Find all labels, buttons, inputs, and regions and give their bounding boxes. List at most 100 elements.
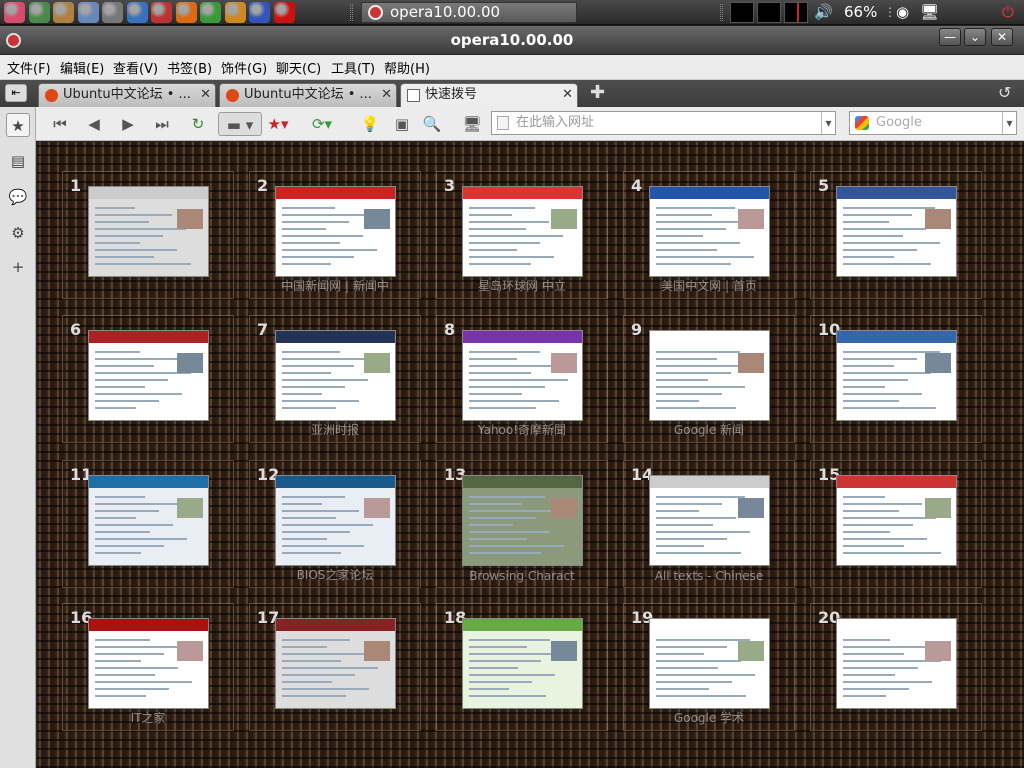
- thumbnail-text-line: [843, 688, 909, 690]
- thumbnail-text-line: [656, 639, 750, 641]
- thumbnail-text-line: [656, 653, 704, 655]
- speed-dial-item[interactable]: 18: [436, 603, 608, 731]
- speed-dial-item[interactable]: 9 Google 新闻: [623, 315, 795, 443]
- speed-dial-item[interactable]: 4 美国中文网 | 首页: [623, 171, 795, 299]
- update-icon[interactable]: [175, 2, 197, 23]
- menu-chat[interactable]: 聊天(C): [276, 58, 321, 77]
- memory-monitor-graph[interactable]: [757, 2, 781, 23]
- thumbnail-image: [364, 209, 390, 229]
- page-thumbnail: [462, 330, 583, 421]
- battery-percent[interactable]: 66%: [844, 0, 877, 25]
- speed-dial-item[interactable]: 12 BIOS之家论坛: [249, 460, 421, 588]
- speed-dial-item[interactable]: 8 Yahoo!奇摩新聞: [436, 315, 608, 443]
- menu-tools[interactable]: 工具(T): [331, 58, 375, 77]
- search-tool-icon[interactable]: 🔍: [420, 112, 444, 136]
- taskbar-opera-button[interactable]: opera10.00.00: [361, 2, 577, 23]
- network-monitor-graph[interactable]: [784, 2, 808, 23]
- speed-dial-item[interactable]: 14 All texts - Chinese: [623, 460, 795, 588]
- toolbox-icon[interactable]: [224, 2, 246, 23]
- bookmarks-panel-icon[interactable]: ★: [6, 113, 30, 137]
- menu-edit[interactable]: 编辑(E): [60, 58, 104, 77]
- pictures-icon[interactable]: [77, 2, 99, 23]
- speed-dial-item[interactable]: 3 星岛环球网 中立: [436, 171, 608, 299]
- opera-icon[interactable]: [273, 2, 295, 23]
- notes-panel-icon[interactable]: ▤: [6, 149, 30, 173]
- menu-widgets[interactable]: 饰件(G): [221, 58, 267, 77]
- thumbnail-text-line: [469, 256, 554, 258]
- tab-ubuntu-forum-1[interactable]: Ubuntu中文论坛 • ... ✕: [38, 83, 216, 107]
- thumbnail-text-line: [95, 249, 177, 251]
- chevron-down-icon[interactable]: ▾: [821, 112, 835, 134]
- network-icon[interactable]: [249, 2, 270, 23]
- closed-tabs-icon[interactable]: ↺: [998, 83, 1011, 102]
- fast-forward-icon[interactable]: ⏭: [150, 112, 174, 136]
- power-icon[interactable]: ⏻: [1002, 0, 1014, 25]
- speed-dial-item[interactable]: 11: [62, 460, 234, 588]
- thumbnail-text-line: [469, 351, 540, 353]
- speed-dial-item[interactable]: 20: [810, 603, 982, 731]
- thumbnail-text-line: [282, 695, 346, 697]
- address-field[interactable]: 在此输入网址 ▾: [491, 111, 836, 135]
- home-icon[interactable]: ▬ ▾: [218, 112, 262, 136]
- thumbnail-text-line: [282, 235, 363, 237]
- rewind-icon[interactable]: ⏮: [48, 112, 72, 136]
- search-field[interactable]: Google ▾: [849, 111, 1017, 135]
- thumbnail-text-line: [469, 688, 509, 690]
- speed-dial-item[interactable]: 17: [249, 603, 421, 731]
- volume-icon[interactable]: 🔊: [814, 0, 833, 25]
- back-icon[interactable]: ◀: [82, 112, 106, 136]
- gimp-icon[interactable]: [53, 2, 74, 23]
- wand-icon[interactable]: 💡: [358, 112, 382, 136]
- network-tray-icon[interactable]: 🖥: [920, 0, 939, 25]
- page-thumbnail: [88, 186, 209, 277]
- minimize-button[interactable]: —: [939, 28, 961, 46]
- cpu-monitor-graph[interactable]: [730, 2, 754, 23]
- menu-view[interactable]: 查看(V): [113, 58, 158, 77]
- new-tab-icon[interactable]: ✚: [590, 82, 605, 103]
- tray-app-icon[interactable]: ◉: [896, 0, 909, 25]
- sync-icon[interactable]: ⟳▾: [310, 112, 334, 136]
- thumbnail-text-line: [843, 653, 904, 655]
- star-menu-icon[interactable]: [4, 2, 25, 23]
- thumbnail-image: [738, 353, 764, 373]
- speed-dial-item[interactable]: 5: [810, 171, 982, 299]
- fullscreen-icon[interactable]: 🖥: [460, 112, 484, 136]
- chevron-down-icon[interactable]: ▾: [1002, 112, 1016, 134]
- bookmark-add-icon[interactable]: ★▾: [266, 112, 290, 136]
- zoom-page-icon[interactable]: ▣: [390, 112, 414, 136]
- forward-icon[interactable]: ▶: [116, 112, 140, 136]
- speed-dial-item[interactable]: 15: [810, 460, 982, 588]
- speed-dial-item[interactable]: 16 IT之家: [62, 603, 234, 731]
- thumbnail-text-line: [656, 646, 727, 648]
- magnifier-icon[interactable]: [151, 2, 172, 23]
- tab-ubuntu-forum-2[interactable]: Ubuntu中文论坛 • ... ✕: [219, 83, 397, 107]
- drive-icon[interactable]: [102, 2, 123, 23]
- panel-toggle-icon[interactable]: ⇤: [5, 84, 27, 102]
- terminal-icon[interactable]: [28, 2, 50, 23]
- chat-panel-icon[interactable]: 💬: [6, 185, 30, 209]
- close-button[interactable]: ✕: [991, 28, 1013, 46]
- speed-dial-item[interactable]: 7 亚洲时报: [249, 315, 421, 443]
- thumbnail-text-line: [469, 552, 541, 554]
- speed-dial-item[interactable]: 2 中国新闻网 | 新闻中: [249, 171, 421, 299]
- maximize-button[interactable]: ⌄: [964, 28, 986, 46]
- tab-close-icon[interactable]: ✕: [200, 84, 211, 106]
- speed-dial-item[interactable]: 6: [62, 315, 234, 443]
- menu-help[interactable]: 帮助(H): [384, 58, 430, 77]
- speed-dial-item[interactable]: 19 Google 学术: [623, 603, 795, 731]
- speed-dial-item[interactable]: 13 Browsing Charact: [436, 460, 608, 588]
- tab-close-icon[interactable]: ✕: [562, 84, 573, 106]
- menu-file[interactable]: 文件(F): [7, 58, 51, 77]
- speed-dial-item[interactable]: 10: [810, 315, 982, 443]
- thumbnail-header: [89, 476, 208, 488]
- thumbnail-image: [364, 641, 390, 661]
- browser-icon[interactable]: [126, 2, 148, 23]
- tab-close-icon[interactable]: ✕: [381, 84, 392, 106]
- menu-bookmarks[interactable]: 书签(B): [167, 58, 212, 77]
- add-panel-icon[interactable]: +: [6, 255, 30, 279]
- speed-dial-item[interactable]: 1: [62, 171, 234, 299]
- reload-icon[interactable]: ↻: [186, 112, 210, 136]
- tab-speed-dial[interactable]: 快速拨号 ✕: [400, 83, 578, 107]
- transfers-panel-icon[interactable]: ⚙: [6, 221, 30, 245]
- plant-icon[interactable]: [200, 2, 221, 23]
